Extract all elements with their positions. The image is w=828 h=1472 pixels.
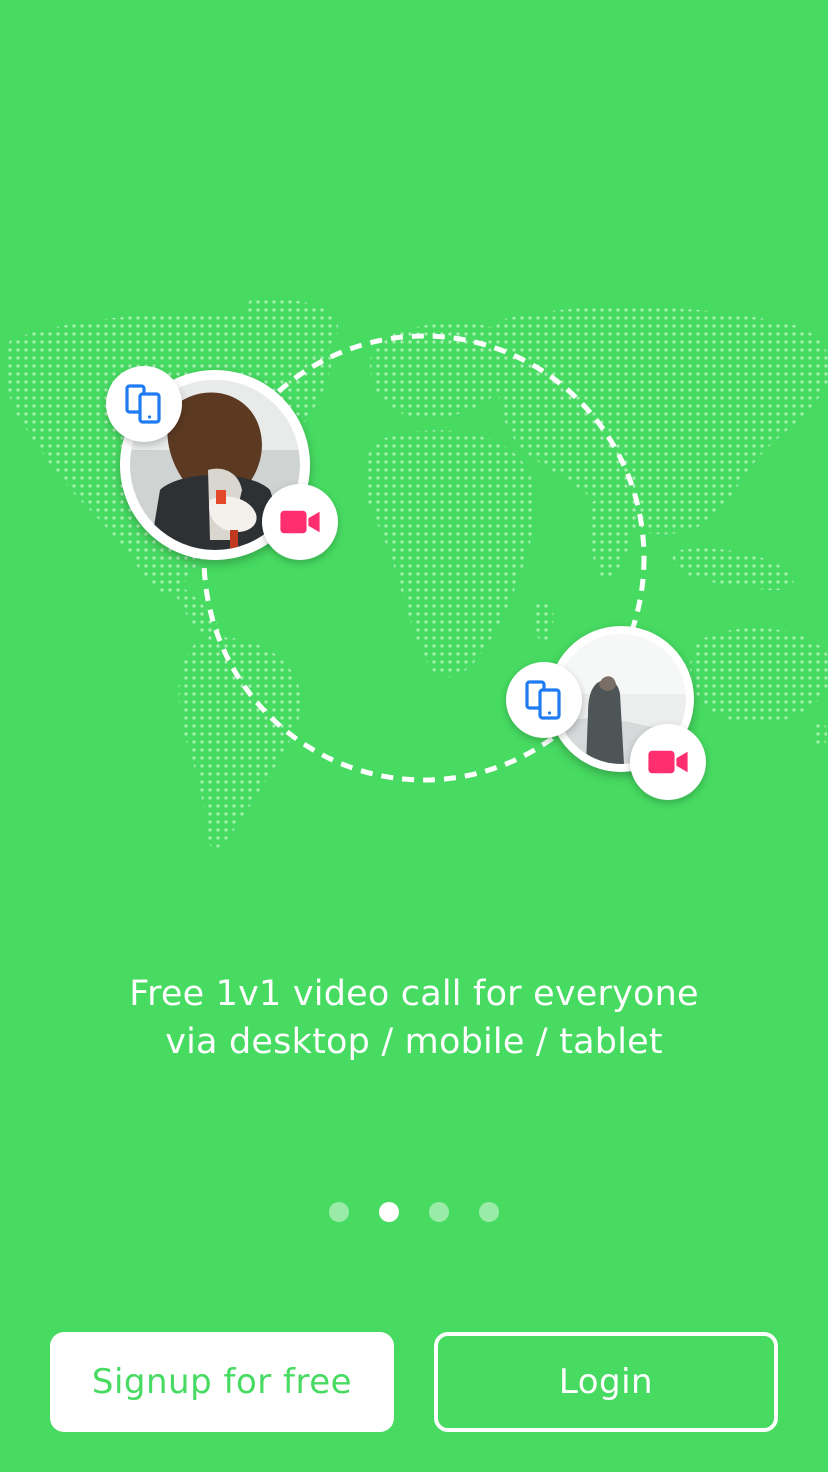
- onboarding-tagline: Free 1v1 video call for everyone via des…: [0, 970, 828, 1066]
- page-dot-1[interactable]: [329, 1202, 349, 1222]
- page-dot-2-active[interactable]: [379, 1202, 399, 1222]
- page-dot-3[interactable]: [429, 1202, 449, 1222]
- video-badge-right: [630, 724, 706, 800]
- devices-icon: [124, 384, 164, 424]
- devices-icon: [524, 680, 564, 720]
- tagline-line-1: Free 1v1 video call for everyone: [129, 974, 699, 1014]
- video-camera-icon: [279, 508, 321, 536]
- page-dot-4[interactable]: [479, 1202, 499, 1222]
- onboarding-screen: Free 1v1 video call for everyone via des…: [0, 0, 828, 1472]
- video-badge-left: [262, 484, 338, 560]
- signup-button-label: Signup for free: [91, 1362, 353, 1402]
- page-indicator: [0, 1202, 828, 1222]
- device-badge-left: [106, 366, 182, 442]
- video-camera-icon: [647, 748, 689, 776]
- device-badge-right: [506, 662, 582, 738]
- login-button[interactable]: Login: [434, 1332, 778, 1432]
- login-button-label: Login: [558, 1362, 654, 1402]
- tagline-line-2: via desktop / mobile / tablet: [165, 1022, 663, 1062]
- signup-button[interactable]: Signup for free: [50, 1332, 394, 1432]
